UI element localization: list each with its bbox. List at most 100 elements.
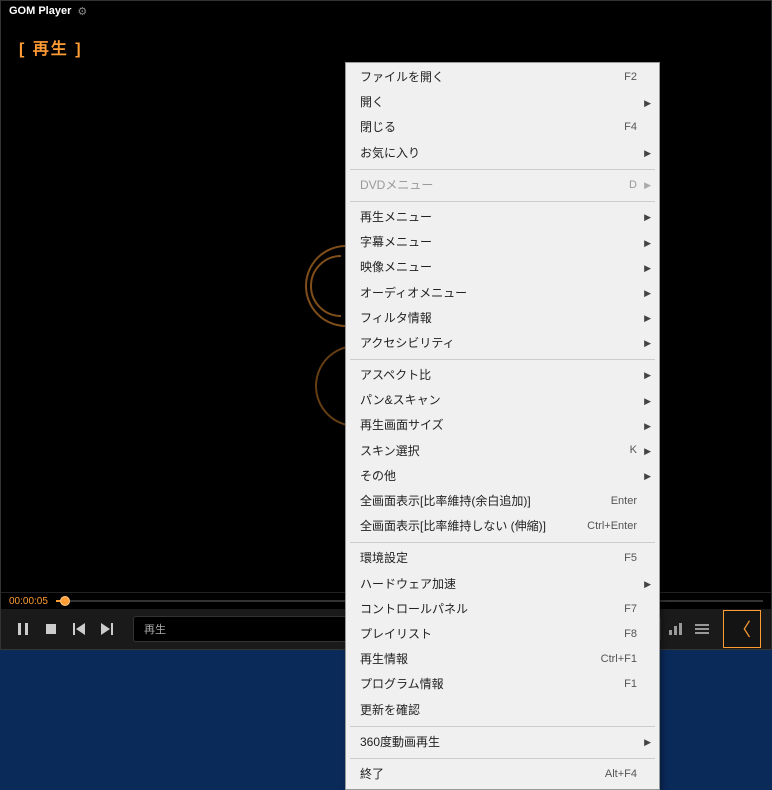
menu-separator xyxy=(350,726,655,727)
menu-item[interactable]: パン&スキャン▶ xyxy=(346,388,659,413)
menu-separator xyxy=(350,758,655,759)
title-bar: GOM Player ⚙ xyxy=(1,1,771,21)
chevron-right-icon: ▶ xyxy=(644,368,651,382)
playlist-button[interactable] xyxy=(691,618,713,640)
menu-item-label: 開く xyxy=(360,93,637,112)
menu-item-shortcut: D xyxy=(629,177,637,195)
menu-item[interactable]: 360度動画再生 ▶ xyxy=(346,730,659,755)
menu-item[interactable]: 環境設定 F5 xyxy=(346,546,659,571)
menu-item-label: お気に入り xyxy=(360,144,637,163)
prev-button[interactable] xyxy=(67,617,91,641)
menu-item-shortcut: F8 xyxy=(624,626,637,644)
menu-item[interactable]: プログラム情報F1 xyxy=(346,672,659,697)
menu-item[interactable]: 全画面表示[比率維持しない (伸縮)]Ctrl+Enter xyxy=(346,514,659,539)
menu-item-label: 終了 xyxy=(360,765,595,784)
menu-item-label: プレイリスト xyxy=(360,625,614,644)
chevron-right-icon: ▶ xyxy=(644,444,651,458)
menu-item-shortcut: Ctrl+F1 xyxy=(601,651,637,669)
chevron-right-icon: ▶ xyxy=(644,210,651,224)
menu-item[interactable]: コントロールパネル F7 xyxy=(346,597,659,622)
menu-item-label: ファイルを開く xyxy=(360,68,614,87)
menu-item[interactable]: 映像メニュー▶ xyxy=(346,255,659,280)
list-icon xyxy=(695,623,709,635)
stop-button[interactable] xyxy=(39,617,63,641)
menu-item-shortcut: F4 xyxy=(624,119,637,137)
menu-item-shortcut: Enter xyxy=(611,493,637,511)
menu-item[interactable]: その他 ▶ xyxy=(346,464,659,489)
menu-item[interactable]: 終了 Alt+F4 xyxy=(346,762,659,787)
menu-item-label: プログラム情報 xyxy=(360,675,614,694)
prev-icon xyxy=(73,623,85,635)
menu-item-label: 再生画面サイズ xyxy=(360,416,637,435)
chevron-right-icon: ▶ xyxy=(644,469,651,483)
menu-item[interactable]: 閉じる F4 xyxy=(346,115,659,140)
menu-item-label: 環境設定 xyxy=(360,549,614,568)
menu-item-label: 再生情報 xyxy=(360,650,591,669)
chevron-right-icon: ▶ xyxy=(644,178,651,192)
menu-item-shortcut: F2 xyxy=(624,69,637,87)
menu-item[interactable]: 全画面表示[比率維持(余白追加)] Enter xyxy=(346,489,659,514)
menu-item[interactable]: アスペクト比 ▶ xyxy=(346,363,659,388)
menu-item[interactable]: お気に入り ▶ xyxy=(346,141,659,166)
menu-item-label: 全画面表示[比率維持(余白追加)] xyxy=(360,492,601,511)
menu-item[interactable]: アクセシビリティ ▶ xyxy=(346,331,659,356)
equalizer-button[interactable] xyxy=(665,618,687,640)
chevron-right-icon: ▶ xyxy=(644,236,651,250)
menu-item-label: 字幕メニュー xyxy=(360,233,637,252)
chevron-left-icon: 〈 xyxy=(733,616,751,642)
menu-item[interactable]: オーディオメニュー ▶ xyxy=(346,281,659,306)
pause-icon xyxy=(17,623,29,635)
menu-item-label: ハードウェア加速 xyxy=(360,575,637,594)
menu-item-label: 閉じる xyxy=(360,118,614,137)
chevron-right-icon: ▶ xyxy=(644,146,651,160)
menu-item[interactable]: 字幕メニュー ▶ xyxy=(346,230,659,255)
menu-item: DVDメニュー D ▶ xyxy=(346,173,659,198)
menu-item[interactable]: プレイリスト F8 xyxy=(346,622,659,647)
menu-item[interactable]: 開く ▶ xyxy=(346,90,659,115)
menu-separator xyxy=(350,201,655,202)
menu-item-label: その他 xyxy=(360,467,637,486)
menu-item[interactable]: 再生情報 Ctrl+F1 xyxy=(346,647,659,672)
menu-item[interactable]: スキン選択K▶ xyxy=(346,439,659,464)
chevron-right-icon: ▶ xyxy=(644,286,651,300)
expand-button[interactable]: 〈 xyxy=(723,610,761,648)
chevron-right-icon: ▶ xyxy=(644,96,651,110)
next-button[interactable] xyxy=(95,617,119,641)
pause-button[interactable] xyxy=(11,617,35,641)
menu-item[interactable]: 再生画面サイズ ▶ xyxy=(346,413,659,438)
chevron-right-icon: ▶ xyxy=(644,419,651,433)
menu-item-label: フィルタ情報 xyxy=(360,309,637,328)
menu-item[interactable]: 更新を確認 xyxy=(346,698,659,723)
gear-icon[interactable]: ⚙ xyxy=(77,5,87,18)
info-text: 再生 xyxy=(144,621,166,637)
equalizer-icon xyxy=(669,623,683,635)
menu-item-shortcut: F5 xyxy=(624,550,637,568)
menu-item[interactable]: フィルタ情報▶ xyxy=(346,306,659,331)
menu-item-label: アスペクト比 xyxy=(360,366,637,385)
menu-item[interactable]: 再生メニュー ▶ xyxy=(346,205,659,230)
menu-item-label: 360度動画再生 xyxy=(360,733,637,752)
menu-item-label: DVDメニュー xyxy=(360,176,619,195)
chevron-right-icon: ▶ xyxy=(644,577,651,591)
context-menu: ファイルを開くF2開く▶閉じるF4お気に入り▶DVDメニューD▶再生メニュー▶字… xyxy=(345,62,660,790)
menu-item-label: 全画面表示[比率維持しない (伸縮)] xyxy=(360,517,577,536)
menu-item-label: アクセシビリティ xyxy=(360,334,637,353)
menu-item-label: 映像メニュー xyxy=(360,258,637,277)
chevron-right-icon: ▶ xyxy=(644,394,651,408)
playback-status-overlay: [ 再生 ] xyxy=(19,35,83,59)
menu-item-label: 再生メニュー xyxy=(360,208,637,227)
chevron-right-icon: ▶ xyxy=(644,735,651,749)
current-time: 00:00:05 xyxy=(9,596,48,607)
menu-item-shortcut: F7 xyxy=(624,601,637,619)
next-icon xyxy=(101,623,113,635)
menu-item[interactable]: ファイルを開く F2 xyxy=(346,65,659,90)
menu-item-label: 更新を確認 xyxy=(360,701,637,720)
seek-handle[interactable] xyxy=(60,596,70,606)
menu-separator xyxy=(350,169,655,170)
menu-item-shortcut: Alt+F4 xyxy=(605,766,637,784)
menu-item-label: スキン選択 xyxy=(360,442,620,461)
menu-item-label: オーディオメニュー xyxy=(360,284,637,303)
chevron-right-icon: ▶ xyxy=(644,336,651,350)
menu-item[interactable]: ハードウェア加速 ▶ xyxy=(346,572,659,597)
menu-item-label: コントロールパネル xyxy=(360,600,614,619)
